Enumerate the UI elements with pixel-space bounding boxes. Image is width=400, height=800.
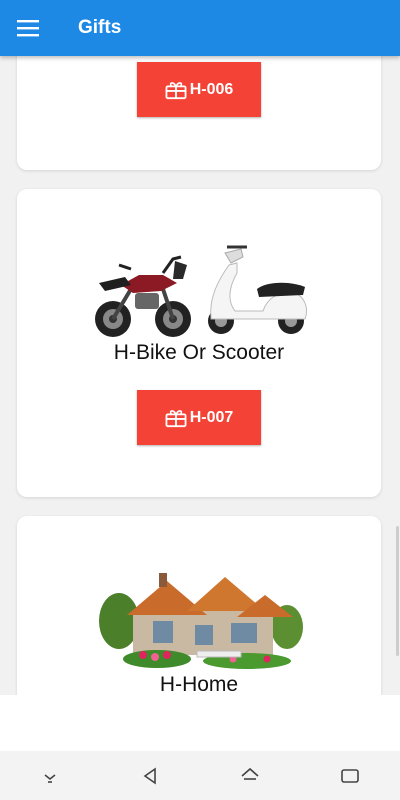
gift-card: H-Bike Or Scooter H-007 <box>17 189 381 497</box>
gift-code-label: H-006 <box>189 80 234 98</box>
gift-card: H-Home <box>17 516 381 695</box>
gift-list[interactable]: H-006 H-Bike Or Scooter H-007 H-Home <box>0 56 400 695</box>
gift-title: H-Home <box>159 673 239 695</box>
gift-title: H-Bike Or Scooter <box>113 341 285 364</box>
collapse-icon[interactable] <box>28 756 72 796</box>
page-title: Gifts <box>78 17 122 38</box>
home-icon[interactable] <box>228 756 272 796</box>
app-bar: Gifts <box>0 0 400 56</box>
gift-code-button[interactable]: H-006 <box>137 62 261 117</box>
motorbike-and-scooter-image <box>95 245 308 337</box>
gift-card: H-006 <box>17 56 381 170</box>
gift-code-button[interactable]: H-007 <box>137 390 261 445</box>
recents-icon[interactable] <box>328 756 372 796</box>
gift-code-label: H-007 <box>189 408 234 426</box>
gift-icon <box>165 409 187 427</box>
back-icon[interactable] <box>128 756 172 796</box>
gift-icon <box>165 81 187 99</box>
system-navigation-bar <box>0 751 400 800</box>
house-image <box>99 573 303 669</box>
bottom-spacer <box>0 695 400 751</box>
scrollbar[interactable] <box>396 526 399 656</box>
hamburger-menu-icon[interactable] <box>0 0 56 56</box>
